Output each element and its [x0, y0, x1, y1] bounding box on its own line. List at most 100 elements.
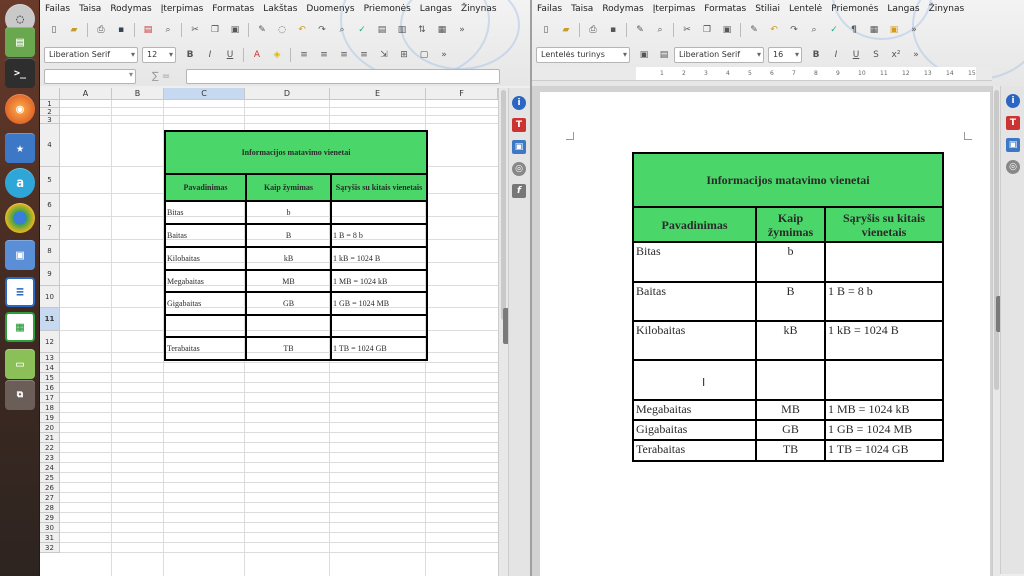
cell-relation[interactable]: 1 B = 8 b [824, 281, 944, 322]
copy-icon[interactable]: ❐ [700, 23, 714, 37]
cell-symbol[interactable]: B [755, 281, 826, 322]
writer-icon[interactable]: ≡ [5, 277, 35, 307]
row-header[interactable]: 4 [40, 124, 60, 167]
row-header[interactable]: 30 [40, 523, 60, 533]
new-icon[interactable]: ▯ [47, 23, 61, 37]
sort-icon[interactable]: ⇅ [415, 23, 429, 37]
calc-icon[interactable]: ▦ [5, 312, 35, 342]
cell-relation[interactable]: 1 kB = 1024 B [824, 320, 944, 361]
row-header[interactable]: 3 [40, 116, 60, 124]
merge-icon[interactable]: ⊞ [397, 48, 411, 62]
cell-symbol[interactable]: MB [245, 269, 332, 293]
sum-icon[interactable]: ∑ [152, 71, 159, 82]
column-header-e[interactable]: E [330, 88, 426, 100]
table-title[interactable]: Informacijos matavimo vienetai [164, 130, 428, 175]
row-header[interactable]: 13 [40, 353, 60, 363]
row-header[interactable]: 29 [40, 513, 60, 523]
cell-name[interactable]: Megabaitas [164, 269, 247, 293]
row-header[interactable]: 32 [40, 543, 60, 553]
italic-button[interactable]: I [829, 48, 843, 62]
save-icon[interactable]: ▪ [606, 23, 620, 37]
document-page[interactable]: Informacijos matavimo vienetai Pavadinim… [540, 92, 990, 576]
row-header[interactable]: 11 [40, 308, 60, 331]
properties-icon[interactable]: i [1006, 94, 1020, 108]
bold-button[interactable]: B [183, 48, 197, 62]
menu-window[interactable]: Langas [420, 4, 452, 14]
column-header-a[interactable]: A [60, 88, 112, 100]
highlight-icon[interactable]: ◈ [270, 48, 284, 62]
redo-icon[interactable]: ↷ [315, 23, 329, 37]
row-header[interactable]: 5 [40, 167, 60, 194]
paste-icon[interactable]: ▣ [720, 23, 734, 37]
justify-icon[interactable]: ≡ [357, 48, 371, 62]
save-icon[interactable]: ▪ [114, 23, 128, 37]
clear-icon[interactable]: ◌ [275, 23, 289, 37]
cell-relation[interactable]: 1 GB = 1024 MB [330, 291, 428, 316]
header-symbol[interactable]: Kaip žymimas [245, 173, 332, 202]
menu-edit[interactable]: Taisa [79, 4, 101, 14]
menu-format[interactable]: Formatas [704, 4, 746, 14]
new-icon[interactable]: ▯ [539, 23, 553, 37]
row-header[interactable]: 28 [40, 503, 60, 513]
header-name[interactable]: Pavadinimas [164, 173, 247, 202]
row-header[interactable]: 21 [40, 433, 60, 443]
cell-symbol[interactable]: B [245, 223, 332, 248]
cell-name[interactable]: Terabaitas [164, 336, 247, 361]
header-symbol[interactable]: Kaip žymimas [755, 206, 826, 243]
menu-tools[interactable]: Priemonės [364, 4, 411, 14]
cell-name[interactable]: Baitas [164, 223, 247, 248]
menu-help[interactable]: Žinynas [461, 4, 497, 14]
cell-relation[interactable]: 1 MB = 1024 kB [824, 399, 944, 421]
menu-insert[interactable]: Įterpimas [653, 4, 696, 14]
row-header[interactable]: 23 [40, 453, 60, 463]
font-name-select[interactable]: Liberation Serif [674, 47, 764, 63]
font-size-select[interactable]: 12 [142, 47, 176, 63]
menu-sheet[interactable]: Lakštas [263, 4, 297, 14]
cell-symbol[interactable]: TB [245, 336, 332, 361]
scrollbar-thumb[interactable] [994, 90, 999, 390]
menu-table[interactable]: Lentelė [789, 4, 822, 14]
wrap-icon[interactable]: ⇲ [377, 48, 391, 62]
cut-icon[interactable]: ✂ [680, 23, 694, 37]
undo-icon[interactable]: ↶ [767, 23, 781, 37]
undo-icon[interactable]: ↶ [295, 23, 309, 37]
formula-input[interactable] [186, 68, 500, 84]
row-header[interactable]: 9 [40, 263, 60, 286]
menu-view[interactable]: Rodymas [602, 4, 643, 14]
chart-icon[interactable]: ▦ [435, 23, 449, 37]
preview-icon[interactable]: ⌕ [653, 23, 667, 37]
cell-relation[interactable]: 1 GB = 1024 MB [824, 419, 944, 441]
open-icon[interactable]: ▰ [559, 23, 573, 37]
align-left-icon[interactable]: ≡ [297, 48, 311, 62]
document-area[interactable]: Informacijos matavimo vienetai Pavadinim… [532, 86, 992, 576]
more-icon[interactable]: » [907, 23, 921, 37]
styles-icon[interactable]: T [512, 118, 526, 132]
row-header[interactable]: 14 [40, 363, 60, 373]
cell-relation[interactable]: 1 kB = 1024 B [330, 246, 428, 271]
scrollbar-thumb[interactable] [501, 90, 506, 320]
row-header[interactable]: 31 [40, 533, 60, 543]
border-icon[interactable]: ▢ [417, 48, 431, 62]
column-header-d[interactable]: D [245, 88, 330, 100]
header-relation[interactable]: Sąryšis su kitais vienetais [330, 173, 428, 202]
cell-symbol[interactable]: TB [755, 439, 826, 462]
row-header[interactable]: 6 [40, 194, 60, 217]
pdf-icon[interactable]: ▤ [141, 23, 155, 37]
cell-name[interactable] [632, 359, 757, 401]
settings-icon[interactable]: ▤ [5, 27, 35, 57]
formatting-marks-icon[interactable]: ¶ [847, 23, 861, 37]
firefox-icon[interactable]: ◉ [5, 94, 35, 124]
open-icon[interactable]: ▰ [67, 23, 81, 37]
menu-tools[interactable]: Priemonės [831, 4, 878, 14]
superscript-icon[interactable]: x² [889, 48, 903, 62]
style-icon[interactable]: ▣ [637, 48, 651, 62]
row-header[interactable]: 12 [40, 331, 60, 353]
cell-name[interactable]: Gigabaitas [164, 291, 247, 316]
row-header[interactable]: 25 [40, 473, 60, 483]
spreadsheet-grid[interactable]: A B C D E F 1 2 3 4 5 6 7 8 9 10 11 12 13 14 15 16 17 18 1… [40, 88, 498, 576]
corner-cell[interactable] [40, 88, 60, 100]
copy-icon[interactable]: ❐ [208, 23, 222, 37]
cell-name[interactable]: Kilobaitas [164, 246, 247, 271]
cell-name[interactable]: Gigabaitas [632, 419, 757, 441]
row-header[interactable]: 15 [40, 373, 60, 383]
